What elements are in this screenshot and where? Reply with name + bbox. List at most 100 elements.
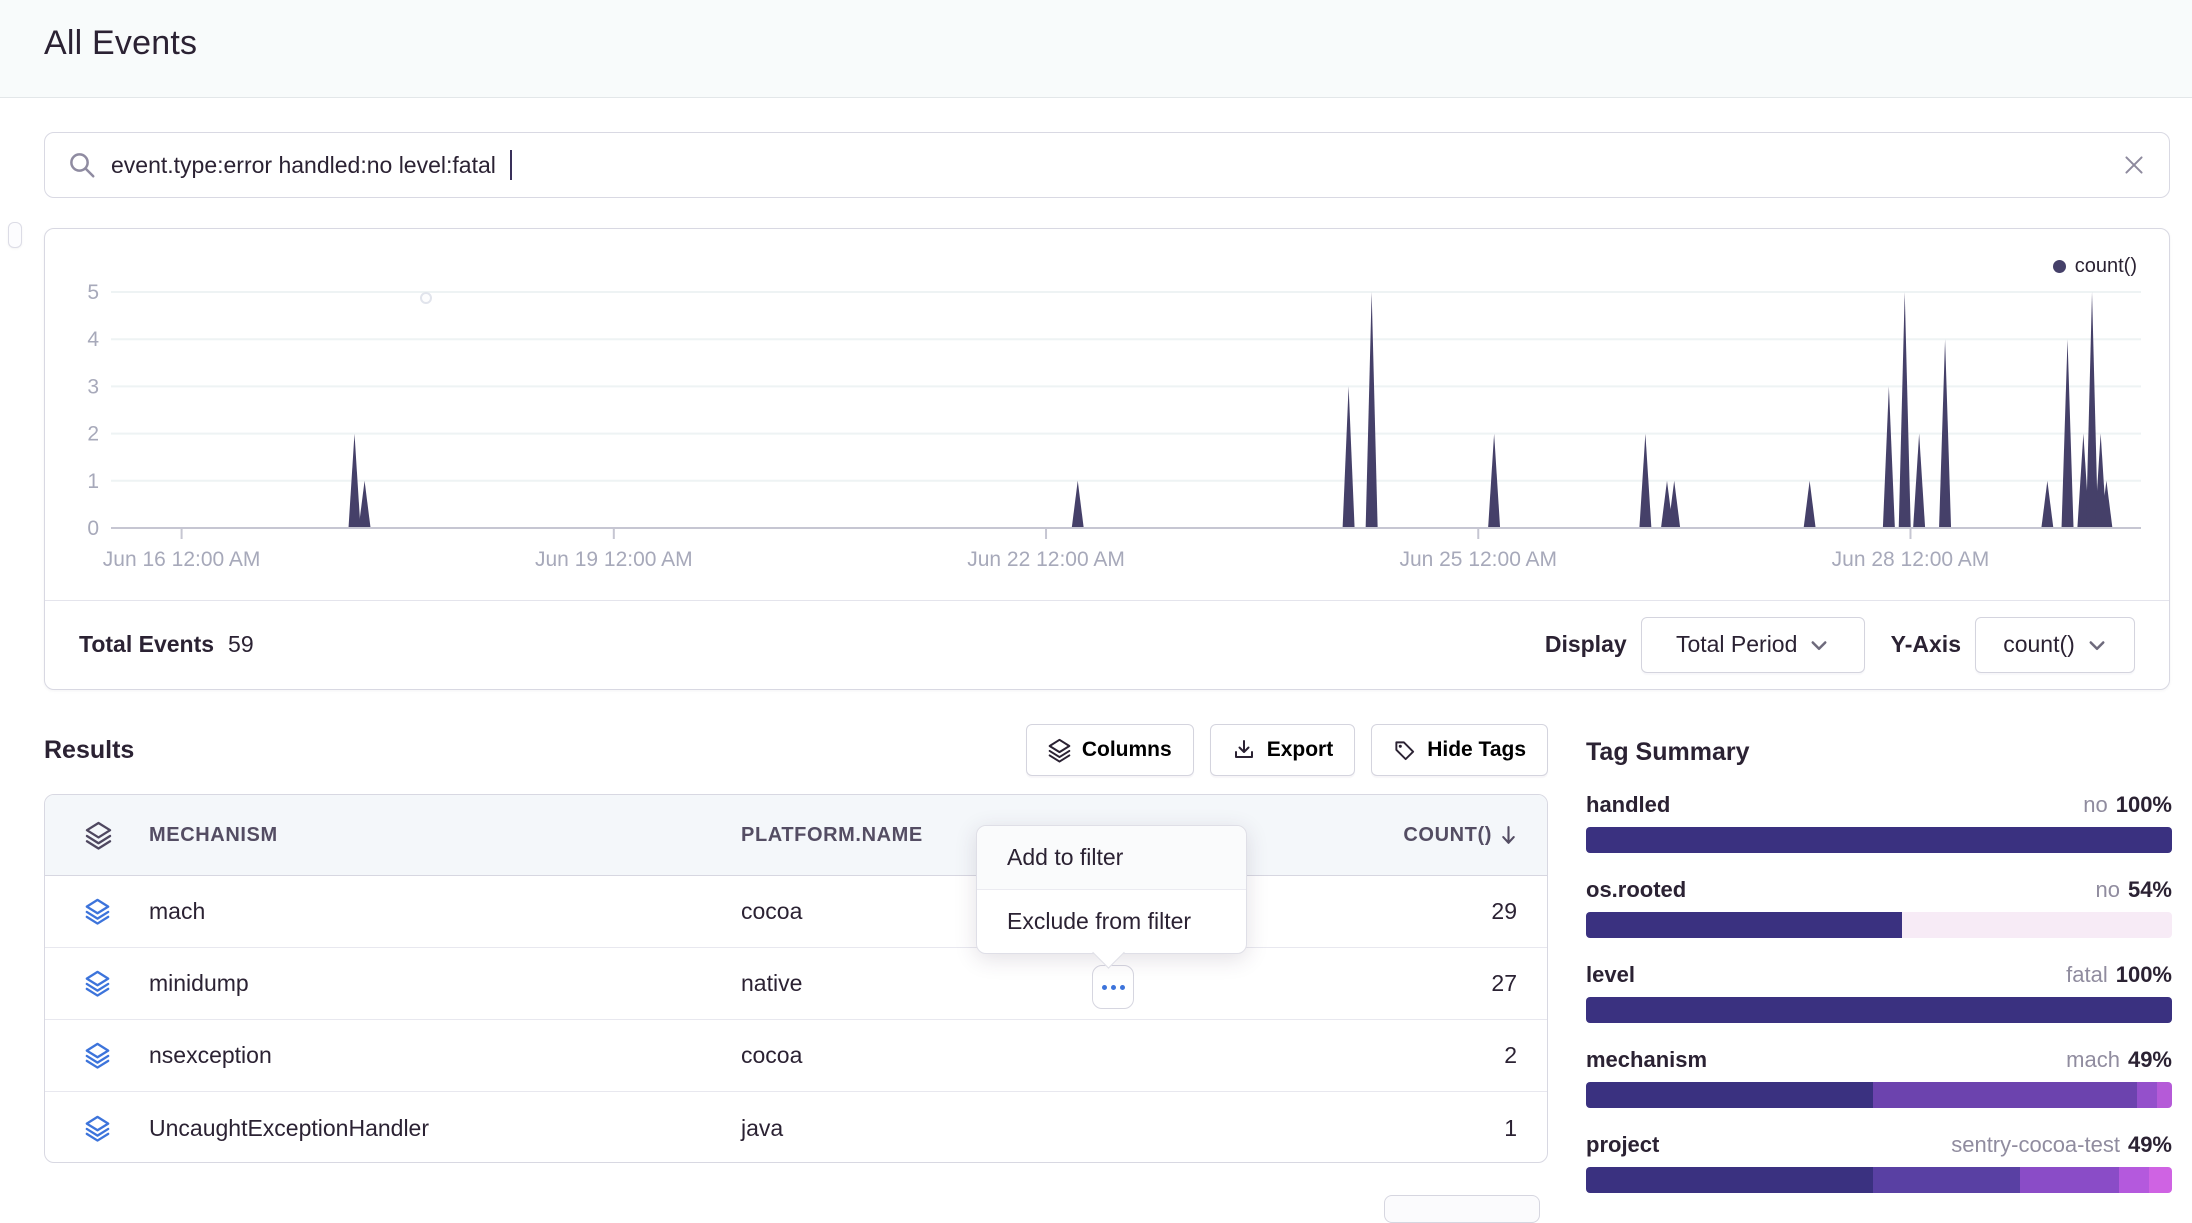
tag-icon bbox=[1393, 739, 1416, 762]
display-dropdown[interactable]: Total Period bbox=[1641, 617, 1865, 673]
columns-button[interactable]: Columns bbox=[1026, 724, 1194, 776]
svg-text:Jun 19 12:00 AM: Jun 19 12:00 AM bbox=[535, 548, 693, 571]
tag-top-value: sentry-cocoa-test bbox=[1951, 1131, 2120, 1158]
cell-mechanism[interactable]: UncaughtExceptionHandler bbox=[149, 1115, 741, 1142]
tag-block-os-rooted: os.rooted no 54% bbox=[1586, 876, 2172, 938]
legend-dot-icon bbox=[2053, 260, 2066, 273]
menu-item-add-to-filter[interactable]: Add to filter bbox=[977, 826, 1246, 890]
table-row[interactable]: mach cocoa 29 bbox=[45, 876, 1547, 948]
cell-count[interactable]: 29 bbox=[1327, 898, 1517, 925]
tag-percent: 54% bbox=[2128, 876, 2172, 903]
cell-platform[interactable]: cocoa bbox=[741, 1042, 1327, 1069]
search-input[interactable]: event.type:error handled:no level:fatal bbox=[111, 152, 496, 179]
tag-top-value: no bbox=[2083, 791, 2107, 818]
results-table: MECHANISM PLATFORM.NAME COUNT() mach coc… bbox=[44, 794, 1548, 1163]
total-events-label: Total Events bbox=[79, 631, 214, 658]
tag-distribution-bar[interactable] bbox=[1586, 912, 2172, 938]
tag-name: handled bbox=[1586, 791, 1670, 818]
tag-bar-segment[interactable] bbox=[2020, 1167, 2120, 1193]
count-header-label: COUNT() bbox=[1403, 824, 1492, 847]
tag-distribution-bar[interactable] bbox=[1586, 1167, 2172, 1193]
table-row[interactable]: nsexception cocoa 2 bbox=[45, 1020, 1547, 1092]
events-area-chart[interactable]: Jun 16 12:00 AMJun 19 12:00 AMJun 22 12:… bbox=[45, 229, 2169, 600]
sort-desc-arrow-icon bbox=[1500, 825, 1517, 846]
tag-distribution-bar[interactable] bbox=[1586, 997, 2172, 1023]
cell-platform[interactable]: java bbox=[741, 1115, 1327, 1142]
download-icon bbox=[1232, 738, 1256, 762]
tag-bar-segment[interactable] bbox=[1586, 1082, 1873, 1108]
clear-search-button[interactable] bbox=[2121, 152, 2147, 178]
tag-bar-segment[interactable] bbox=[1586, 912, 1902, 938]
tag-name: level bbox=[1586, 961, 1635, 988]
chevron-down-icon bbox=[1809, 635, 1829, 655]
tag-bar-segment[interactable] bbox=[1902, 912, 2172, 938]
resize-handle[interactable] bbox=[8, 222, 22, 248]
tag-bar-segment[interactable] bbox=[1586, 1167, 1873, 1193]
display-label: Display bbox=[1545, 631, 1627, 658]
cell-platform[interactable]: native bbox=[741, 970, 1327, 997]
chevron-down-icon bbox=[2087, 635, 2107, 655]
events-chart-panel: Jun 16 12:00 AMJun 19 12:00 AMJun 22 12:… bbox=[44, 228, 2170, 690]
chart-legend[interactable]: count() bbox=[2053, 255, 2137, 278]
table-header-row: MECHANISM PLATFORM.NAME COUNT() bbox=[45, 795, 1547, 876]
chart-footer: Total Events 59 Display Total Period Y-A… bbox=[45, 600, 2169, 688]
tag-bar-segment[interactable] bbox=[1586, 827, 2172, 853]
column-header-count[interactable]: COUNT() bbox=[1327, 824, 1517, 847]
yaxis-label: Y-Axis bbox=[1891, 631, 1961, 658]
tag-summary: Tag Summary handled no 100% os.rooted no… bbox=[1586, 738, 2172, 1193]
tag-block-level: level fatal 100% bbox=[1586, 961, 2172, 1023]
yaxis-dropdown-value: count() bbox=[2003, 631, 2075, 658]
layers-stack-icon bbox=[85, 970, 149, 997]
svg-text:Jun 28 12:00 AM: Jun 28 12:00 AM bbox=[1832, 548, 1990, 571]
results-title: Results bbox=[44, 736, 134, 765]
table-row[interactable]: UncaughtExceptionHandler java 1 bbox=[45, 1092, 1547, 1163]
tag-distribution-bar[interactable] bbox=[1586, 827, 2172, 853]
layers-stack-icon bbox=[85, 1042, 149, 1069]
cell-mechanism[interactable]: mach bbox=[149, 898, 741, 925]
svg-text:5: 5 bbox=[87, 281, 99, 304]
cell-count[interactable]: 27 bbox=[1327, 970, 1517, 997]
tag-top-value: fatal bbox=[2066, 961, 2108, 988]
legend-label: count() bbox=[2075, 255, 2137, 278]
tag-bar-segment[interactable] bbox=[2137, 1082, 2158, 1108]
tag-bar-segment[interactable] bbox=[1873, 1082, 2137, 1108]
cell-mechanism[interactable]: nsexception bbox=[149, 1042, 741, 1069]
svg-text:0: 0 bbox=[87, 517, 99, 540]
layers-stack-icon bbox=[85, 898, 149, 925]
cell-mechanism[interactable]: minidump bbox=[149, 970, 741, 997]
tag-summary-title: Tag Summary bbox=[1586, 738, 2172, 766]
svg-text:3: 3 bbox=[87, 375, 99, 398]
svg-text:Jun 25 12:00 AM: Jun 25 12:00 AM bbox=[1399, 548, 1557, 571]
cell-context-menu: Add to filter Exclude from filter bbox=[976, 825, 1247, 954]
hide-tags-button[interactable]: Hide Tags bbox=[1371, 724, 1548, 776]
tag-name: mechanism bbox=[1586, 1046, 1707, 1073]
svg-text:1: 1 bbox=[87, 470, 99, 493]
cell-actions-button[interactable] bbox=[1092, 965, 1134, 1009]
svg-text:2: 2 bbox=[87, 423, 99, 446]
svg-text:4: 4 bbox=[87, 328, 99, 351]
tag-bar-segment[interactable] bbox=[2149, 1167, 2172, 1193]
tag-bar-segment[interactable] bbox=[2119, 1167, 2148, 1193]
pagination-buttons[interactable] bbox=[1384, 1195, 1540, 1223]
cell-count[interactable]: 2 bbox=[1327, 1042, 1517, 1069]
results-header: Results Columns Export Hide Tags bbox=[44, 724, 1548, 776]
close-icon bbox=[2121, 152, 2147, 178]
search-bar[interactable]: event.type:error handled:no level:fatal bbox=[44, 132, 2170, 198]
yaxis-dropdown[interactable]: count() bbox=[1975, 617, 2135, 673]
tag-percent: 100% bbox=[2116, 961, 2172, 988]
hide-tags-button-label: Hide Tags bbox=[1427, 738, 1526, 762]
tag-percent: 49% bbox=[2128, 1131, 2172, 1158]
tag-top-value: no bbox=[2095, 876, 2119, 903]
display-dropdown-value: Total Period bbox=[1676, 631, 1797, 658]
tag-bar-segment[interactable] bbox=[1586, 997, 2172, 1023]
export-button[interactable]: Export bbox=[1210, 724, 1356, 776]
tag-distribution-bar[interactable] bbox=[1586, 1082, 2172, 1108]
column-header-mechanism[interactable]: MECHANISM bbox=[149, 824, 741, 847]
page-header bbox=[0, 0, 2192, 98]
tag-bar-segment[interactable] bbox=[1873, 1167, 2020, 1193]
cell-count[interactable]: 1 bbox=[1327, 1115, 1517, 1142]
tag-bar-segment[interactable] bbox=[2157, 1082, 2172, 1108]
layers-stack-icon bbox=[85, 1115, 149, 1142]
svg-text:Jun 16 12:00 AM: Jun 16 12:00 AM bbox=[103, 548, 261, 571]
table-row[interactable]: minidump native 27 bbox=[45, 948, 1547, 1020]
